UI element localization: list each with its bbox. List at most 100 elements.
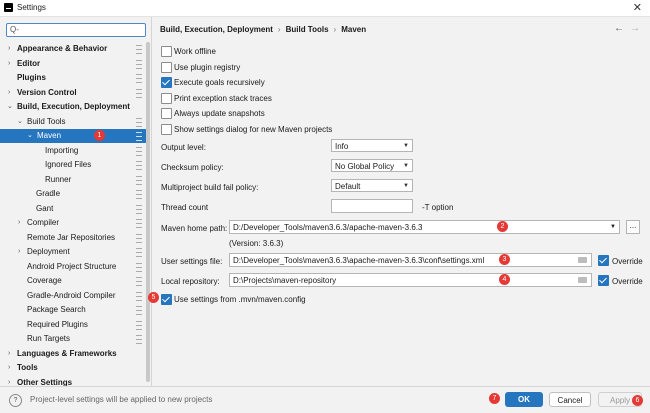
chevron-right-icon[interactable]: › (8, 361, 10, 375)
tree-item-run-targets[interactable]: Run Targets (0, 332, 146, 346)
help-icon[interactable]: ? (9, 394, 22, 407)
chevron-right-icon[interactable]: › (8, 42, 10, 56)
maven-version-text: (Version: 3.6.3) (229, 239, 284, 248)
project-config-icon (136, 175, 142, 185)
breadcrumb-item: Build, Execution, Deployment (160, 25, 273, 34)
breadcrumb-item: Maven (341, 25, 367, 34)
chevron-right-icon[interactable]: › (18, 245, 20, 259)
settings-sidebar: Q- › Appearance & Behavior › Editor Plugin… (0, 17, 152, 387)
override-local-repo-checkbox[interactable] (598, 275, 609, 286)
tree-item-label: Languages & Frameworks (17, 348, 117, 358)
multiproject-policy-select[interactable]: Default ▼ (331, 179, 413, 192)
override-user-settings-checkbox[interactable] (598, 255, 609, 266)
project-config-icon (136, 59, 142, 69)
annotation-badge: 3 (499, 254, 510, 265)
print-trace-checkbox[interactable] (161, 92, 172, 104)
search-input[interactable]: Q- (6, 23, 146, 37)
folder-icon[interactable] (578, 257, 587, 263)
project-config-icon (136, 45, 142, 54)
chevron-down-icon[interactable]: ⌄ (17, 115, 23, 129)
tree-item-deployment[interactable]: › Deployment (0, 245, 146, 259)
tree-item-label: Deployment (27, 247, 70, 256)
tree-item-compiler[interactable]: › Compiler (0, 216, 146, 230)
multiproject-policy-label: Multiproject build fail policy: (161, 183, 259, 192)
dropdown-arrow-icon: ▼ (403, 183, 409, 189)
ok-button[interactable]: OK (505, 392, 543, 407)
mvn-config-checkbox[interactable] (161, 294, 172, 305)
tree-item-coverage[interactable]: Coverage (0, 274, 146, 288)
tree-item-importing[interactable]: Importing (0, 144, 146, 158)
override-label: Override (612, 257, 643, 266)
chevron-right-icon[interactable]: › (8, 347, 10, 361)
dropdown-arrow-icon[interactable]: ▼ (610, 221, 616, 233)
tree-item-remote-jar[interactable]: Remote Jar Repositories (0, 231, 146, 245)
history-nav: ← → (608, 23, 640, 34)
tree-item-label: Required Plugins (27, 319, 88, 329)
cancel-button[interactable]: Cancel (549, 392, 591, 407)
always-update-label: Always update snapshots (174, 109, 265, 118)
tree-item-label: Importing (45, 145, 79, 155)
dropdown-arrow-icon: ▼ (403, 143, 409, 149)
tree-item-android-project[interactable]: Android Project Structure (0, 260, 146, 274)
tree-item-label: Run Targets (27, 334, 70, 343)
tree-item-maven[interactable]: ⌄ Maven (0, 129, 146, 143)
thread-count-input[interactable] (331, 199, 413, 213)
tree-item-runner[interactable]: Runner (0, 173, 146, 187)
sidebar-scrollbar[interactable] (146, 42, 150, 382)
tree-item-gradle[interactable]: Gradle (0, 187, 146, 201)
checksum-policy-select[interactable]: No Global Policy ▼ (331, 159, 413, 172)
execute-goals-checkbox[interactable] (161, 77, 172, 88)
window-title: Settings (17, 3, 46, 12)
footer-hint: Project-level settings will be applied t… (30, 395, 213, 404)
tree-item-gant[interactable]: Gant (0, 202, 146, 216)
chevron-right-icon[interactable]: › (8, 57, 10, 71)
input-value: D:\Projects\maven-repository (233, 276, 337, 285)
project-config-icon (136, 204, 142, 214)
plugin-registry-label: Use plugin registry (174, 62, 241, 72)
project-config-icon (136, 291, 142, 301)
tree-item-tools[interactable]: › Tools (0, 361, 146, 375)
tree-item-ignored-files[interactable]: Ignored Files (0, 158, 146, 172)
always-update-checkbox[interactable] (161, 108, 172, 119)
tree-item-version-control[interactable]: › Version Control (0, 86, 146, 100)
user-settings-input[interactable]: D:\Developer_Tools\maven3.6.3\apache-mav… (229, 253, 592, 267)
tree-item-languages[interactable]: › Languages & Frameworks (0, 347, 146, 361)
tree-item-editor[interactable]: › Editor (0, 57, 146, 71)
local-repo-input[interactable]: D:\Projects\maven-repository (229, 273, 592, 287)
work-offline-label: Work offline (174, 47, 216, 56)
tree-item-label: Gradle (36, 189, 61, 198)
plugin-registry-checkbox[interactable] (161, 61, 172, 73)
tree-item-package-search[interactable]: Package Search (0, 303, 146, 317)
forward-arrow-icon[interactable]: → (630, 23, 640, 34)
back-arrow-icon[interactable]: ← (614, 23, 624, 34)
chevron-right-icon[interactable]: › (8, 86, 10, 100)
browse-button[interactable]: ... (626, 220, 640, 234)
show-dialog-label: Show settings dialog for new Maven proje… (174, 124, 333, 134)
chevron-down-icon[interactable]: ⌄ (27, 129, 33, 143)
tree-item-plugins[interactable]: Plugins (0, 71, 146, 85)
maven-settings-panel: Build, Execution, Deployment › Build Tools… (152, 17, 650, 386)
tree-item-gradle-android[interactable]: Gradle-Android Compiler (0, 289, 146, 303)
tree-item-required-plugins[interactable]: Required Plugins (0, 318, 146, 332)
folder-icon[interactable] (578, 277, 587, 283)
dropdown-arrow-icon: ▼ (403, 163, 409, 169)
tree-item-label: Gradle-Android Compiler (27, 290, 116, 300)
tree-item-label: Version Control (17, 87, 77, 97)
tree-item-build-execution[interactable]: ⌄ Build, Execution, Deployment (0, 100, 146, 114)
output-level-select[interactable]: Info ▼ (331, 139, 413, 152)
checksum-policy-label: Checksum policy: (161, 163, 224, 172)
tree-item-build-tools[interactable]: ⌄ Build Tools (0, 115, 146, 129)
tree-item-label: Package Search (27, 305, 86, 314)
annotation-badge: 5 (148, 292, 159, 303)
chevron-down-icon[interactable]: ⌄ (7, 100, 13, 114)
close-icon[interactable]: ✕ (633, 1, 642, 14)
thread-count-label: Thread count (161, 203, 209, 212)
chevron-right-icon[interactable]: › (18, 216, 20, 230)
project-config-icon (136, 88, 142, 98)
tree-item-appearance[interactable]: › Appearance & Behavior (0, 42, 146, 56)
breadcrumb-separator: › (333, 25, 337, 34)
show-dialog-checkbox[interactable] (161, 123, 172, 135)
work-offline-checkbox[interactable] (161, 46, 172, 57)
search-icon: Q- (10, 25, 19, 34)
maven-home-input[interactable]: D:/Developer_Tools/maven3.6.3/apache-mav… (229, 220, 620, 234)
